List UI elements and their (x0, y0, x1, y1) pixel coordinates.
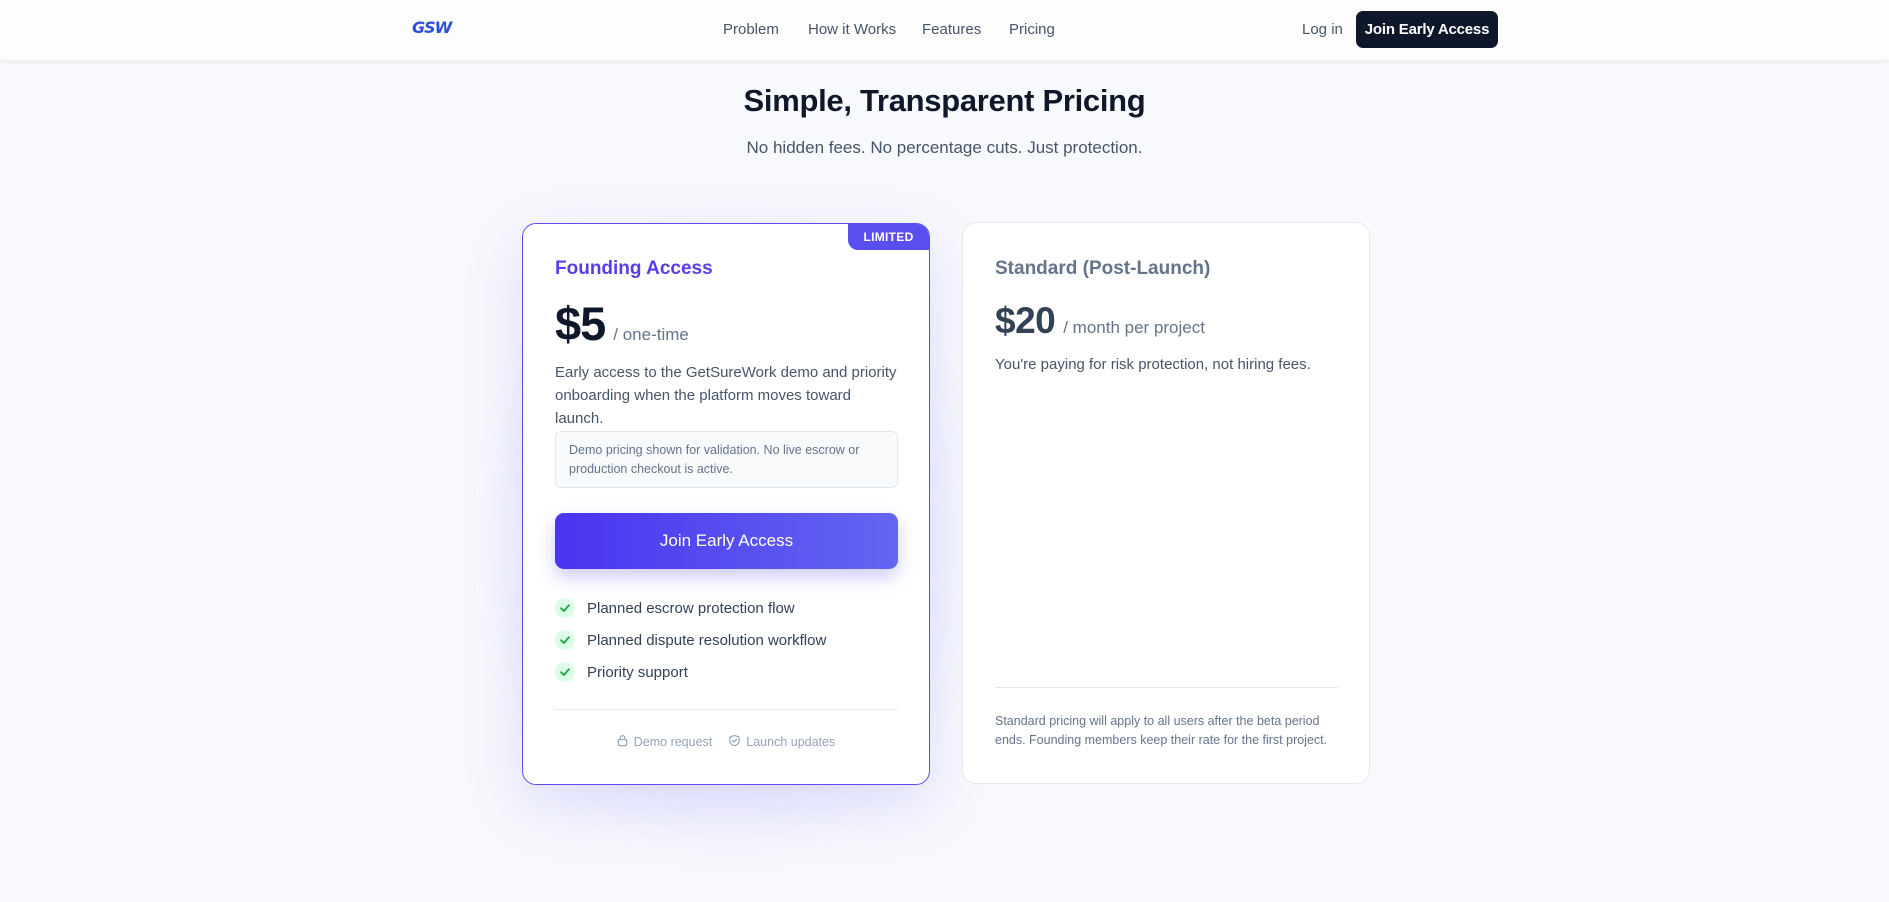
standard-pricing-note: Standard pricing will apply to all users… (995, 714, 1328, 747)
launch-updates-label: Launch updates (746, 735, 836, 749)
check-icon (555, 630, 575, 650)
brand-logo[interactable]: GSW (412, 18, 452, 37)
demo-pricing-note: Demo pricing shown for validation. No li… (555, 431, 898, 488)
lock-icon (616, 734, 629, 750)
nav-link-problem[interactable]: Problem (723, 21, 779, 38)
check-icon (555, 598, 575, 618)
feature-label: Planned escrow protection flow (587, 599, 795, 617)
plan-name: Founding Access (555, 258, 713, 279)
plan-description: You're paying for risk protection, not h… (995, 356, 1311, 373)
pricing-title: Simple, Transparent Pricing (743, 83, 1146, 118)
nav-link-how-it-works[interactable]: How it Works (808, 21, 896, 38)
plan-price: $5 (555, 297, 606, 350)
login-link[interactable]: Log in (1302, 21, 1343, 38)
join-early-access-button[interactable]: Join Early Access (555, 513, 898, 569)
card-footer: Demo request Launch updates (523, 734, 928, 750)
feature-list: Planned escrow protection flow Planned d… (555, 592, 826, 688)
plan-price: $20 (995, 300, 1056, 341)
nav-link-features[interactable]: Features (922, 21, 981, 38)
price-row: $5 / one-time (555, 296, 689, 351)
feature-label: Priority support (587, 663, 688, 681)
card-divider (555, 709, 898, 710)
check-icon (555, 662, 575, 682)
feature-item: Priority support (555, 656, 826, 688)
feature-label: Planned dispute resolution workflow (587, 631, 827, 649)
demo-request-label: Demo request (633, 735, 713, 749)
feature-item: Planned escrow protection flow (555, 592, 826, 624)
card-divider (995, 687, 1338, 688)
plan-period: / month per project (1063, 318, 1205, 337)
price-row: $20 / month per project (995, 300, 1205, 342)
standard-plan-card: Standard (Post-Launch) $20 / month per p… (962, 222, 1370, 784)
pricing-subtitle: No hidden fees. No percentage cuts. Just… (746, 138, 1143, 157)
launch-updates-item: Launch updates (728, 734, 835, 750)
plan-description: Early access to the GetSureWork demo and… (555, 364, 897, 427)
nav-link-pricing[interactable]: Pricing (1009, 21, 1055, 38)
shield-check-icon (728, 734, 741, 750)
top-navbar: GSW Problem How it Works Features Pricin… (0, 0, 1889, 61)
plan-period: / one-time (613, 325, 689, 344)
demo-request-item: Demo request (616, 734, 713, 750)
founding-access-card: LIMITED Founding Access $5 / one-time Ea… (522, 223, 930, 785)
join-early-access-nav-button[interactable]: Join Early Access (1356, 11, 1498, 48)
plan-name: Standard (Post-Launch) (995, 258, 1211, 279)
feature-item: Planned dispute resolution workflow (555, 624, 826, 656)
limited-badge: LIMITED (848, 224, 929, 250)
